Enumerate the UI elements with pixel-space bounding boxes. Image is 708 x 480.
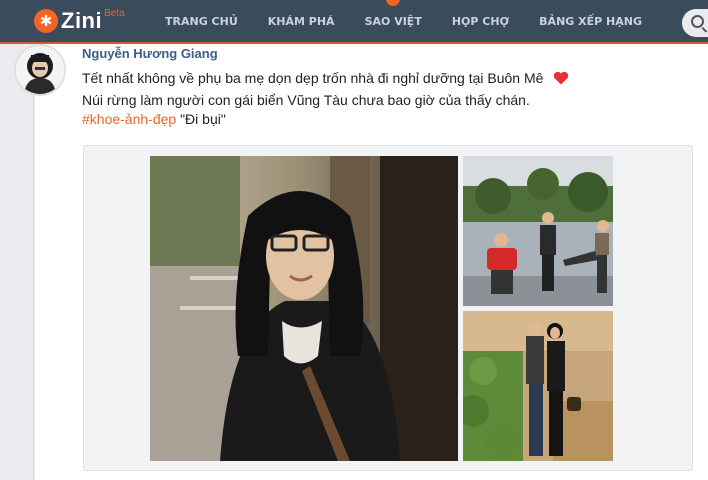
search-icon: [691, 15, 704, 28]
photo-couple-in-field[interactable]: [463, 311, 613, 461]
beta-badge: Beta: [104, 8, 125, 19]
nav-item-trang-chu[interactable]: TRANG CHỦ: [150, 0, 253, 44]
hashtag-link[interactable]: #khoe-ảnh-đẹp: [82, 111, 176, 127]
photo-group-by-river[interactable]: [463, 156, 613, 306]
portrait-image: [150, 156, 458, 461]
post-text-line-1: Tết nhất không về phụ ba mẹ dọn dẹp trốn…: [82, 70, 569, 86]
nav-item-bang-xep-hang[interactable]: BẢNG XẾP HẠNG: [524, 0, 657, 44]
left-gutter: [0, 44, 34, 480]
top-navigation-bar: ✱ Zini Beta TRANG CHỦ KHÁM PHÁ SAO VIỆT …: [0, 0, 708, 44]
post-text-line-2: Núi rừng làm người con gái biển Vũng Tàu…: [82, 92, 530, 108]
photo-portrait[interactable]: [150, 156, 458, 461]
nav-item-label: SAO VIỆT: [364, 15, 422, 28]
zini-logo-icon: ✱: [34, 9, 58, 33]
river-image: [463, 156, 613, 306]
post-author-name[interactable]: Nguyễn Hương Giang: [82, 46, 218, 61]
search-button[interactable]: [682, 9, 708, 37]
active-indicator: [386, 0, 401, 6]
logo-text: Zini: [61, 8, 103, 33]
avatar-image: [16, 46, 64, 94]
post-text-line-3: #khoe-ảnh-đẹp "Đi bụi": [82, 111, 226, 127]
post-text: Tết nhất không về phụ ba mẹ dọn dẹp trốn…: [82, 70, 544, 86]
nav-item-sao-viet[interactable]: SAO VIỆT: [350, 0, 437, 44]
nav-item-kham-pha[interactable]: KHÁM PHÁ: [253, 0, 350, 44]
nav-item-hop-cho[interactable]: HỌP CHỢ: [437, 0, 524, 44]
field-image: [463, 311, 613, 461]
avatar[interactable]: [14, 44, 66, 96]
zini-logo[interactable]: ✱ Zini Beta: [34, 6, 125, 36]
main-nav: TRANG CHỦ KHÁM PHÁ SAO VIỆT HỌP CHỢ BẢNG…: [150, 0, 657, 44]
heart-icon: [554, 71, 569, 85]
post-caption: "Đi bụi": [180, 111, 226, 127]
